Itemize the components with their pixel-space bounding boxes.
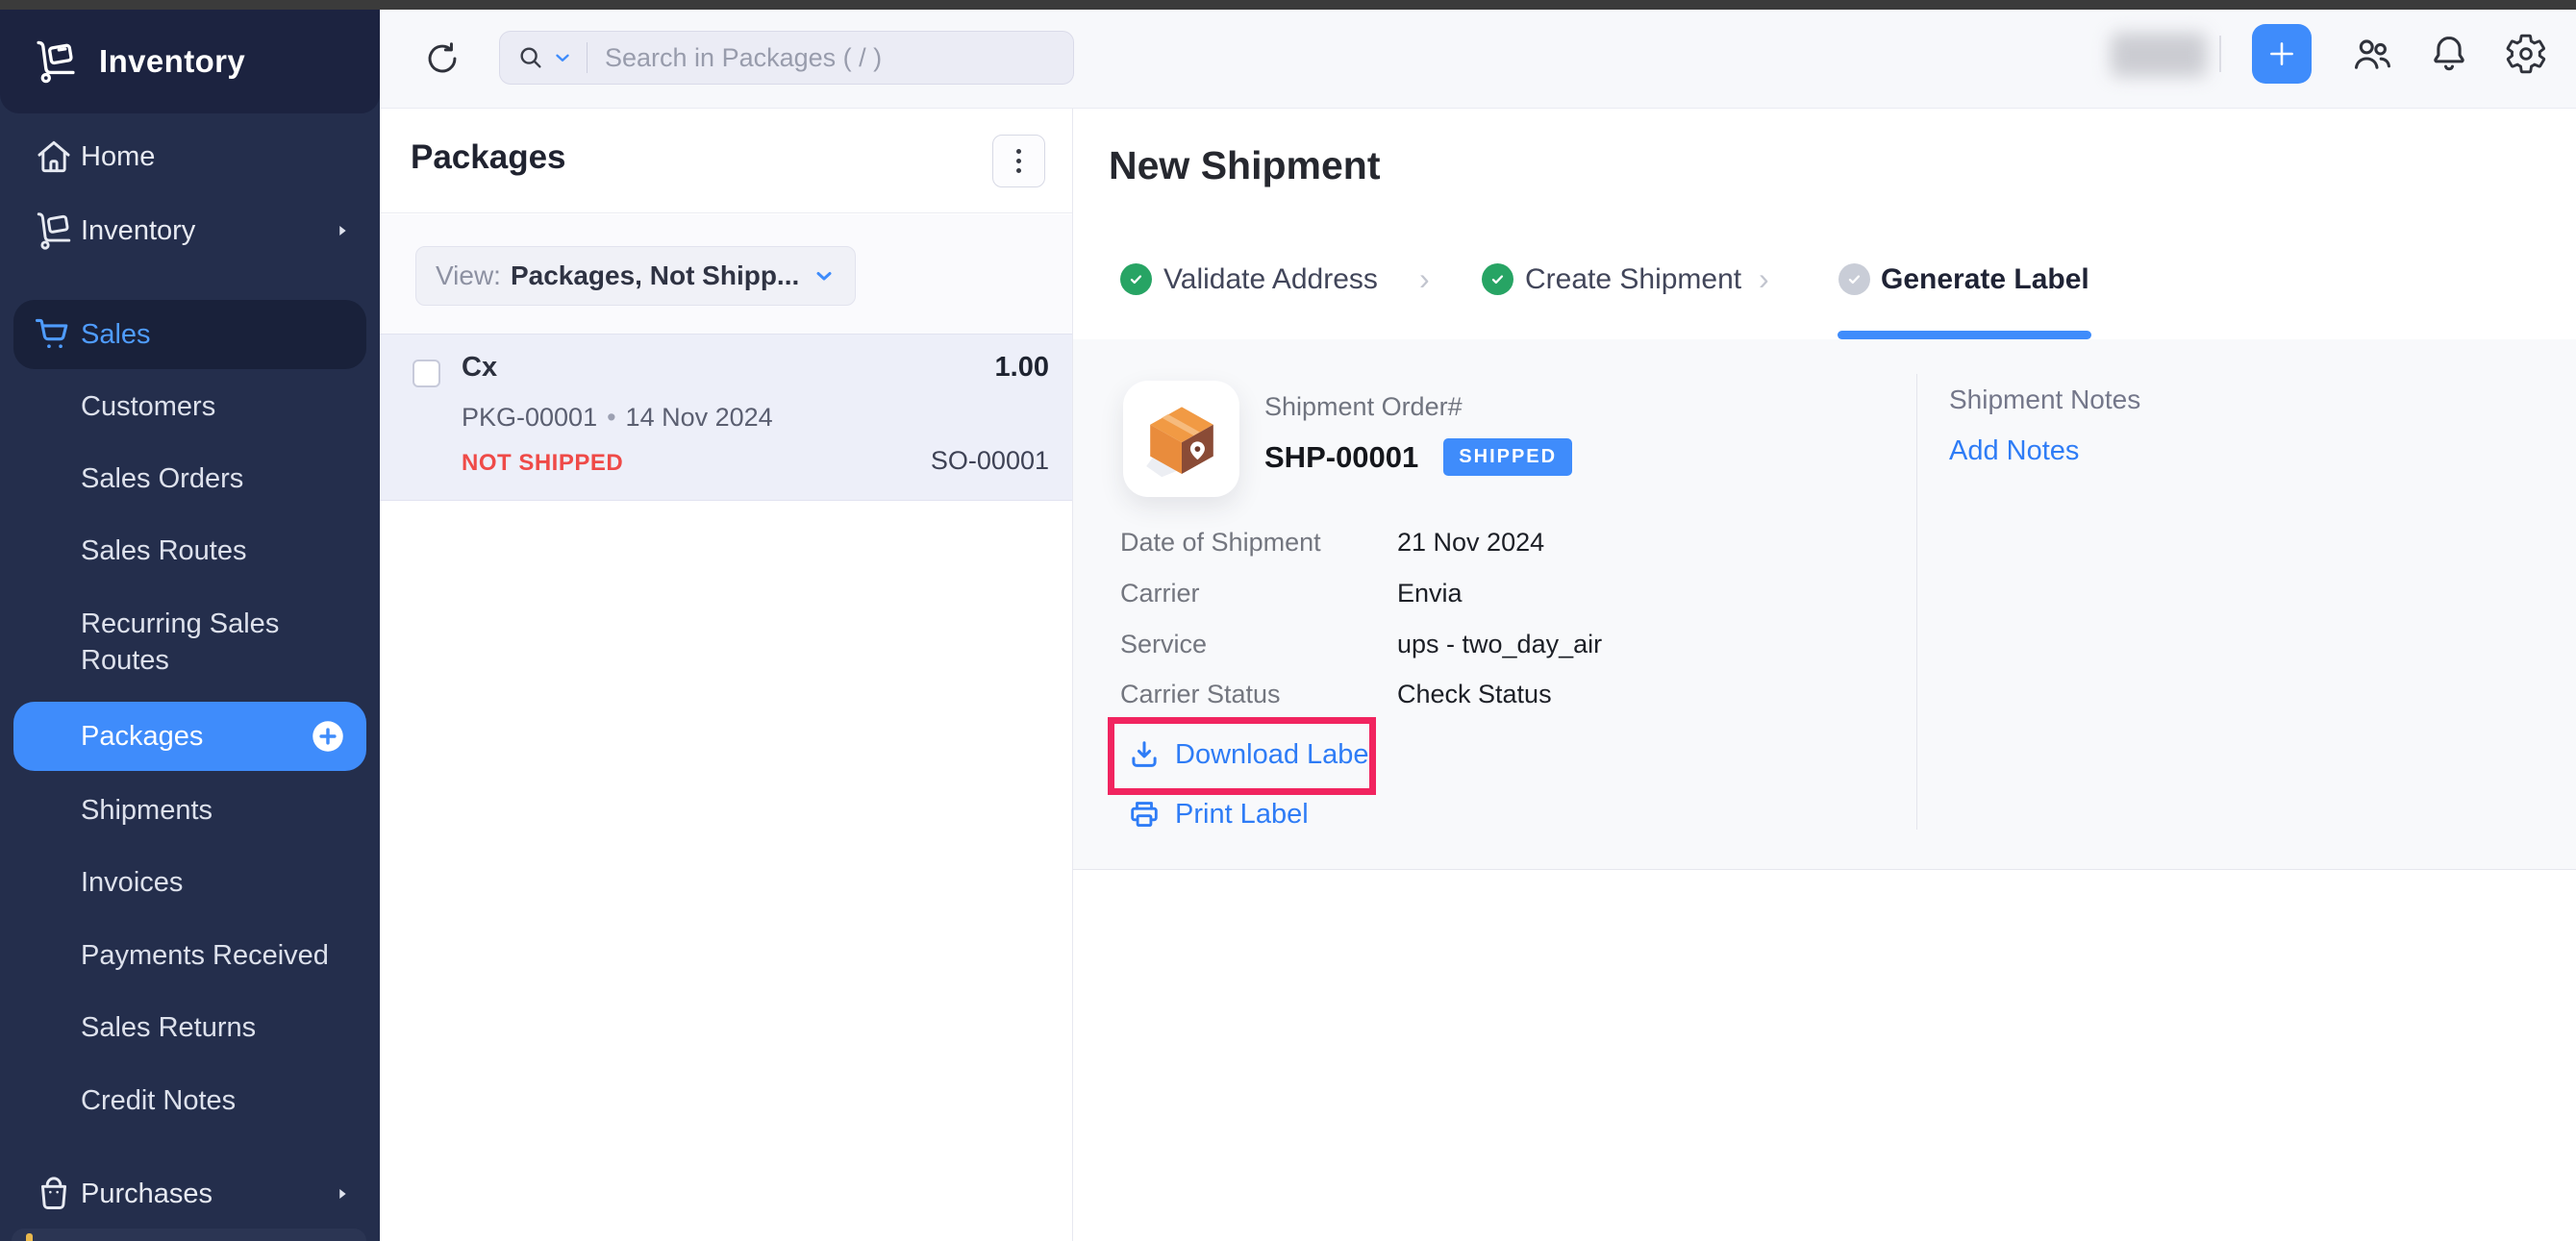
shipment-order-label: Shipment Order# [1264,392,1463,422]
row-quantity: 1.00 [995,352,1049,384]
add-package-icon[interactable] [311,719,345,754]
shipment-steps: Validate Address › Create Shipment › Gen… [1073,261,2576,300]
sidebar-item-inventory[interactable]: Inventory [0,200,380,261]
row-customer-name: Cx [462,352,497,384]
row-meta: PKG-00001 • 14 Nov 2024 [462,403,773,433]
sidebar-item-recurring-sales-routes[interactable]: Recurring Sales Routes [0,596,380,688]
check-status-link[interactable]: Check Status [1397,680,1552,709]
chevron-down-icon [813,264,836,287]
sidebar-item-packages[interactable]: Packages [13,702,366,771]
app-title: Inventory [99,43,245,80]
row-date: 14 Nov 2024 [626,403,773,432]
gear-icon [2504,32,2548,76]
inventory-dolly-icon [32,37,80,86]
annotation-highlight-box [1108,717,1376,795]
package-list-item[interactable]: Cx 1.00 PKG-00001 • 14 Nov 2024 NOT SHIPPE… [380,334,1072,501]
refresh-button[interactable] [418,35,466,83]
meta-dot: • [607,403,615,432]
sidebar-item-sales-returns[interactable]: Sales Returns [0,997,380,1058]
bell-icon [2427,32,2471,76]
notifications-button[interactable] [2426,31,2472,77]
step-separator: › [1759,261,1769,297]
sidebar-item-sales-orders[interactable]: Sales Orders [0,448,380,509]
banner-accent-mark [26,1233,33,1241]
search-input[interactable] [603,42,1058,74]
packages-panel-title: Packages [411,138,566,177]
shipment-order-line: SHP-00001 SHIPPED [1264,438,1572,476]
step-done-icon [1120,263,1152,295]
top-bar [380,10,2576,109]
step-pending-icon [1838,263,1870,295]
sidebar-item-sales[interactable]: Sales [13,300,366,369]
chevron-right-icon [332,1183,353,1204]
step-validate-address[interactable]: Validate Address [1163,263,1378,296]
row-checkbox[interactable] [413,360,440,387]
topbar-divider [2219,36,2221,72]
plus-icon [2265,37,2298,70]
printer-icon [1127,797,1162,831]
quick-create-button[interactable] [2252,24,2312,84]
shipment-notes-title: Shipment Notes [1949,385,2140,415]
list-menu-button[interactable] [992,135,1045,187]
sidebar-item-sales-routes[interactable]: Sales Routes [0,520,380,582]
sidebar-item-home[interactable]: Home [0,126,380,187]
sidebar-item-purchases[interactable]: Purchases [0,1163,380,1225]
users-icon [2350,32,2394,76]
global-search [499,31,1074,85]
shopping-bag-icon [32,1172,76,1216]
search-icon [515,42,546,73]
app-logo[interactable]: Inventory [0,10,380,113]
users-button[interactable] [2349,31,2395,77]
view-filter-prefix: View: [436,261,501,291]
step-separator: › [1419,261,1430,297]
view-filter-dropdown[interactable]: View: Packages, Not Shipp... [415,246,856,306]
sidebar-item-customers[interactable]: Customers [0,376,380,437]
packages-list-panel: Packages View: Packages, Not Shipp... Cx… [380,109,1073,1241]
print-label-link[interactable]: Print Label [1127,797,1309,831]
new-shipment-panel: New Shipment Validate Address › Create S… [1073,109,2576,1241]
dolly-icon [32,209,76,253]
packages-panel-header: Packages [380,109,1072,213]
sidebar: Inventory Home Inventory [0,10,380,1241]
app-screen: Inventory Home Inventory [0,0,2576,1241]
view-filter-value: Packages, Not Shipp... [511,261,799,291]
sidebar-item-invoices[interactable]: Invoices [0,852,380,913]
cart-icon [32,312,76,357]
sidebar-item-shipments[interactable]: Shipments [0,780,380,841]
page-title: New Shipment [1109,143,1380,188]
step-create-shipment[interactable]: Create Shipment [1525,263,1741,296]
step-generate-label[interactable]: Generate Label [1881,263,2089,296]
active-tab-underline [1838,331,2091,339]
sidebar-item-payments-received[interactable]: Payments Received [0,925,380,986]
row-status-not-shipped: NOT SHIPPED [462,450,623,477]
list-filter-zone: View: Packages, Not Shipp... [380,214,1072,334]
settings-button[interactable] [2503,31,2549,77]
shipment-package-illustration [1123,381,1239,497]
step-done-icon [1482,263,1513,295]
window-top-strip [0,0,2576,10]
kebab-icon [1016,149,1021,154]
row-package-number: PKG-00001 [462,403,597,432]
chevron-right-icon [332,220,353,241]
add-notes-link[interactable]: Add Notes [1949,435,2079,467]
shipment-order-number: SHP-00001 [1264,440,1418,475]
sidebar-item-credit-notes[interactable]: Credit Notes [0,1070,380,1131]
shipment-details-card: Shipment Order# SHP-00001 SHIPPED Date o… [1073,339,2576,870]
search-scope-chevron-icon[interactable] [552,47,573,68]
status-badge-shipped: SHIPPED [1443,438,1572,476]
refresh-icon [422,38,463,79]
search-divider [587,42,588,73]
home-icon [32,135,76,179]
row-sales-order-number: SO-00001 [931,446,1049,476]
sidebar-bottom-banner[interactable] [12,1229,366,1241]
card-vertical-divider [1916,374,1917,830]
org-name-redacted[interactable] [2111,33,2207,77]
